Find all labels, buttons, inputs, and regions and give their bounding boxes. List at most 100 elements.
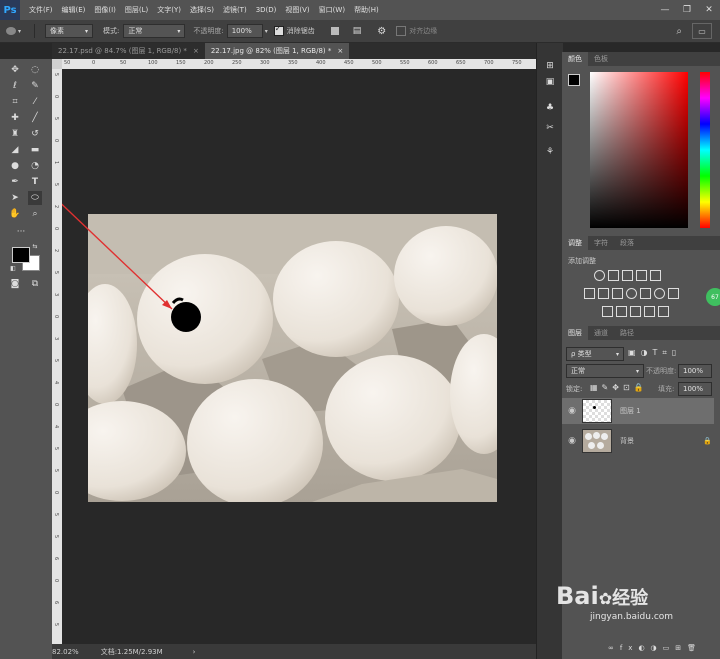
brightness-icon[interactable]	[594, 270, 605, 281]
eyedropper-icon[interactable]: ⁄	[28, 95, 42, 109]
path-operations-icon[interactable]	[330, 27, 339, 35]
healing-brush-icon[interactable]: ✚	[8, 111, 22, 125]
levels-icon[interactable]	[608, 270, 619, 281]
zoom-tool-icon[interactable]: ⌕	[28, 207, 42, 221]
menu-edit[interactable]: 编辑(E)	[62, 5, 86, 15]
selective-color-icon[interactable]	[658, 306, 669, 317]
type-tool-icon[interactable]: T	[28, 175, 42, 189]
tab-jpg[interactable]: 22.17.jpg @ 82% (图层 1, RGB/8) * ×	[204, 43, 350, 59]
color-field[interactable]	[590, 72, 688, 228]
eye-icon[interactable]: ◉	[562, 406, 582, 416]
close-tab-icon[interactable]: ×	[337, 47, 343, 55]
tab-layers[interactable]: 图层	[562, 326, 588, 340]
vibrance-icon[interactable]	[650, 270, 661, 281]
layer-filter-select[interactable]: ρ 类型 ▾	[566, 347, 624, 361]
foreground-swatch[interactable]	[568, 74, 580, 86]
layers-footer-icons[interactable]: ∞fx◐◑▭⊞🗑	[608, 644, 702, 652]
color-balance-icon[interactable]	[598, 288, 609, 299]
tab-paths[interactable]: 路径	[614, 328, 640, 338]
layer-row[interactable]: ◉ 图层 1	[562, 398, 714, 424]
eye-icon[interactable]: ◉	[562, 436, 582, 446]
threshold-icon[interactable]	[630, 306, 641, 317]
restore-button[interactable]: ❐	[676, 0, 698, 20]
tab-character[interactable]: 字符	[588, 238, 614, 248]
tab-psd[interactable]: 22.17.psd @ 84.7% (图层 1, RGB/8) * ×	[52, 43, 205, 59]
menu-layer[interactable]: 图层(L)	[125, 5, 148, 15]
gradient-icon[interactable]: ▬	[28, 143, 42, 157]
quick-select-icon[interactable]: ✎	[28, 79, 42, 93]
align-edges-checkbox[interactable]	[396, 26, 407, 36]
swap-colors-icon[interactable]: ⇆	[28, 239, 42, 253]
size-mode-select[interactable]: 像素 ▾	[45, 24, 93, 38]
document-image[interactable]	[62, 69, 536, 644]
close-tab-icon[interactable]: ×	[193, 47, 199, 55]
minimize-button[interactable]: —	[654, 0, 676, 20]
channel-mixer-icon[interactable]	[640, 288, 651, 299]
default-colors-icon[interactable]: ◧	[6, 261, 20, 275]
tab-adjustments[interactable]: 调整	[562, 236, 588, 250]
move-tool-icon[interactable]: ✥	[8, 63, 22, 77]
posterize-icon[interactable]	[616, 306, 627, 317]
hue-saturation-icon[interactable]	[584, 288, 595, 299]
menu-3d[interactable]: 3D(D)	[256, 6, 277, 14]
tab-channels[interactable]: 通道	[588, 328, 614, 338]
hand-tool-icon[interactable]: ✋	[8, 207, 22, 221]
grid-icon[interactable]	[668, 288, 679, 299]
menu-view[interactable]: 视图(V)	[285, 5, 309, 15]
menu-type[interactable]: 文字(Y)	[157, 5, 181, 15]
lock-icons[interactable]: ▦✎✥⊡🔒	[590, 383, 648, 392]
clone-stamp-icon[interactable]: ♜	[8, 127, 22, 141]
history-brush-icon[interactable]: ↺	[28, 127, 42, 141]
brush-tool-icon[interactable]: ╱	[28, 111, 42, 125]
hue-slider[interactable]	[700, 72, 710, 228]
zoom-level[interactable]: 82.02%	[52, 648, 79, 656]
workspace-icon[interactable]: ▭	[692, 23, 712, 39]
search-icon[interactable]: ⌕	[676, 26, 682, 37]
more-tools-icon[interactable]: ···	[14, 225, 28, 239]
crop-tool-icon[interactable]: ⌗	[8, 95, 22, 109]
mode-select[interactable]: 正常 ▾	[123, 24, 186, 38]
gear-icon[interactable]: ⚙	[377, 26, 386, 37]
blur-tool-icon[interactable]: ●	[8, 159, 22, 173]
side-badge[interactable]: 67	[706, 288, 720, 306]
layer-row[interactable]: ◉ 背景 🔒	[562, 428, 712, 454]
eraser-icon[interactable]: ◢	[8, 143, 22, 157]
opacity-input[interactable]: 100%	[226, 24, 263, 38]
close-window-button[interactable]: ✕	[698, 0, 720, 20]
tab-paragraph[interactable]: 段落	[614, 238, 640, 248]
menu-file[interactable]: 文件(F)	[29, 5, 53, 15]
ellipse-tool-icon[interactable]: ⬭	[28, 191, 42, 205]
blend-mode-select[interactable]: 正常 ▾	[566, 364, 644, 378]
color-lookup-icon[interactable]	[654, 288, 665, 299]
layer-name[interactable]: 背景	[620, 436, 634, 446]
gradient-map-icon[interactable]	[644, 306, 655, 317]
layer-opacity-input[interactable]: 100%	[678, 364, 712, 378]
antialias-checkbox[interactable]: ✓	[273, 24, 284, 36]
properties-icon[interactable]: ▣	[543, 77, 557, 91]
menu-help[interactable]: 帮助(H)	[354, 5, 379, 15]
tool-preset-picker[interactable]: ▾	[6, 27, 28, 35]
canvas-area[interactable]	[62, 69, 536, 644]
tab-color[interactable]: 颜色	[562, 52, 588, 66]
screen-mode-icon[interactable]: ⧉	[28, 277, 42, 291]
exposure-icon[interactable]	[636, 270, 647, 281]
tool-presets-icon[interactable]: ✂	[543, 123, 557, 137]
black-white-icon[interactable]	[612, 288, 623, 299]
quick-mask-icon[interactable]: ◙	[8, 277, 22, 291]
pen-tool-icon[interactable]: ✒	[8, 175, 22, 189]
menu-select[interactable]: 选择(S)	[190, 5, 214, 15]
photo-filter-icon[interactable]	[626, 288, 637, 299]
dodge-tool-icon[interactable]: ◔	[28, 159, 42, 173]
clone-source-icon[interactable]: ⚘	[543, 147, 557, 161]
fill-input[interactable]: 100%	[678, 382, 712, 396]
path-select-icon[interactable]: ➤	[8, 191, 22, 205]
invert-icon[interactable]	[602, 306, 613, 317]
tab-swatches[interactable]: 色板	[588, 54, 614, 64]
layer-filter-icons[interactable]: ▣◑T⌗▯	[628, 348, 681, 358]
align-icon[interactable]: ▤	[353, 26, 362, 36]
menu-filter[interactable]: 滤镜(T)	[223, 5, 247, 15]
curves-icon[interactable]	[622, 270, 633, 281]
lasso-tool-icon[interactable]: ℓ	[8, 79, 22, 93]
history-icon[interactable]: ⊞	[543, 61, 557, 75]
chevron-down-icon[interactable]: ▾	[265, 28, 268, 35]
